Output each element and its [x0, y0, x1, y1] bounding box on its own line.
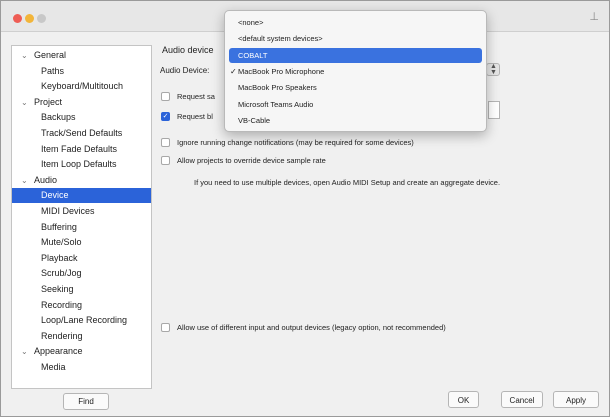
select-arrows-icon: ▲ ▼ [490, 63, 497, 76]
dropdown-option-label: Microsoft Teams Audio [238, 99, 314, 109]
aggregate-device-hint: If you need to use multiple devices, ope… [194, 178, 501, 187]
cancel-button[interactable]: Cancel [501, 391, 543, 408]
sidebar-item-label: Recording [41, 299, 83, 310]
sidebar-item-loop-lane-recording[interactable]: Loop/Lane Recording [12, 313, 151, 328]
sidebar-item-label: Rendering [41, 330, 83, 341]
sidebar-item-media[interactable]: Media [12, 360, 151, 375]
checkbox-label: Request bl [177, 112, 213, 121]
sidebar-item-label: Backups [41, 112, 76, 123]
sidebar-item-label: Project [34, 96, 63, 107]
dropdown-option[interactable]: Microsoft Teams Audio [229, 97, 482, 112]
sidebar-item-label: Seeking [41, 284, 74, 294]
sidebar-item-label: Keyboard/Multitouch [41, 81, 124, 92]
sidebar-item-label: Track/Send Defaults [41, 128, 123, 138]
sidebar-item-device[interactable]: Device [12, 188, 151, 204]
dropdown-option-label: MacBook Pro Microphone [238, 66, 325, 76]
sidebar-item-label: Item Fade Defaults [41, 143, 118, 154]
sidebar-item-backups[interactable]: Backups [12, 110, 151, 125]
sidebar-item-seeking[interactable]: Seeking [12, 282, 151, 297]
preferences-window: ⊥ ⌄ General Paths Keyboard/Multitouch ⌄ Proje… [0, 0, 610, 417]
minimize-window-button[interactable] [25, 14, 34, 23]
sidebar-item-label: MIDI Devices [41, 206, 95, 216]
sidebar-item-paths[interactable]: Paths [12, 64, 151, 79]
request-sample-rate-checkbox[interactable] [161, 92, 170, 101]
sidebar-item-midi-devices[interactable]: MIDI Devices [12, 204, 151, 219]
chevron-down-icon[interactable]: ⌄ [21, 173, 28, 188]
sidebar-item-item-loop-defaults[interactable]: Item Loop Defaults [12, 157, 151, 172]
ignore-change-notifications-checkbox[interactable] [161, 138, 170, 147]
sidebar-item-label: Buffering [41, 221, 77, 232]
sidebar-item-label: Media [41, 362, 66, 372]
sidebar-item-label: Appearance [34, 346, 83, 357]
dropdown-option[interactable]: <none> [229, 15, 482, 30]
chevron-down-icon[interactable]: ⌄ [21, 344, 28, 359]
sidebar-item-track-send-defaults[interactable]: Track/Send Defaults [12, 126, 151, 141]
dropdown-option[interactable]: MacBook Pro Speakers [229, 80, 482, 95]
sidebar-item-label: General [34, 50, 67, 60]
dropdown-option[interactable]: ✓ MacBook Pro Microphone [229, 64, 482, 79]
checkmark-icon: ✓ [230, 66, 237, 76]
chevron-down-icon[interactable]: ⌄ [21, 48, 28, 63]
close-window-button[interactable] [13, 14, 22, 23]
audio-device-select[interactable]: ▲ ▼ [486, 63, 500, 76]
preferences-tree[interactable]: ⌄ General Paths Keyboard/Multitouch ⌄ Project… [11, 45, 152, 389]
dropdown-option[interactable]: VB-Cable [229, 113, 482, 128]
checkbox-label: Request sa [177, 92, 215, 101]
sidebar-item-label: Loop/Lane Recording [41, 315, 128, 326]
dropdown-option-label: VB-Cable [238, 115, 271, 125]
override-sample-rate-checkbox[interactable] [161, 156, 170, 165]
section-title: Audio device [162, 45, 214, 55]
sidebar-item-buffering[interactable]: Buffering [12, 220, 151, 235]
sidebar-item-scrub-jog[interactable]: Scrub/Jog [12, 266, 151, 281]
sidebar-item-appearance[interactable]: ⌄ Appearance [12, 344, 151, 359]
dropdown-option[interactable]: COBALT [229, 47, 482, 63]
checkbox-label: Ignore running change notifications (may… [177, 138, 414, 147]
dropdown-option[interactable]: <default system devices> [229, 31, 482, 46]
audio-device-label: Audio Device: [160, 66, 210, 75]
sidebar-item-rendering[interactable]: Rendering [12, 329, 151, 344]
dropdown-option-label: <default system devices> [238, 34, 323, 44]
sidebar-item-label: Item Loop Defaults [41, 159, 117, 170]
checkbox-label: Allow use of different input and output … [177, 323, 446, 332]
find-button[interactable]: Find [63, 393, 109, 410]
sidebar-item-label: Device [41, 190, 69, 201]
sidebar-item-label: Audio [34, 174, 58, 185]
dropdown-option-label: COBALT [238, 50, 268, 60]
sidebar-item-label: Paths [41, 65, 65, 76]
apply-button[interactable]: Apply [553, 391, 599, 408]
sidebar-item-audio[interactable]: ⌄ Audio [12, 173, 151, 188]
sidebar-item-recording[interactable]: Recording [12, 298, 151, 313]
checkbox-label: Allow projects to override device sample… [177, 156, 326, 165]
sidebar-item-item-fade-defaults[interactable]: Item Fade Defaults [12, 142, 151, 157]
block-size-field[interactable] [488, 101, 500, 119]
sidebar-item-label: Mute/Solo [41, 237, 82, 248]
ok-button[interactable]: OK [448, 391, 479, 408]
sidebar-item-playback[interactable]: Playback [12, 251, 151, 266]
request-block-size-checkbox[interactable]: ✓ [161, 112, 170, 121]
dropdown-option-label: <none> [238, 18, 264, 27]
audio-device-dropdown-menu[interactable]: <none> <default system devices> COBALT ✓ Mac… [224, 10, 487, 132]
pin-icon[interactable]: ⊥ [589, 10, 599, 23]
sidebar-item-label: Playback [41, 252, 78, 263]
sidebar-item-mute-solo[interactable]: Mute/Solo [12, 235, 151, 250]
sidebar-item-keyboard-multitouch[interactable]: Keyboard/Multitouch [12, 79, 151, 94]
sidebar-item-project[interactable]: ⌄ Project [12, 95, 151, 110]
chevron-down-icon[interactable]: ⌄ [21, 95, 28, 110]
legacy-io-devices-checkbox[interactable] [161, 323, 170, 332]
zoom-window-button[interactable] [37, 14, 46, 23]
sidebar-item-label: Scrub/Jog [41, 268, 82, 279]
dropdown-option-label: MacBook Pro Speakers [238, 83, 317, 93]
sidebar-item-general[interactable]: ⌄ General [12, 48, 151, 63]
